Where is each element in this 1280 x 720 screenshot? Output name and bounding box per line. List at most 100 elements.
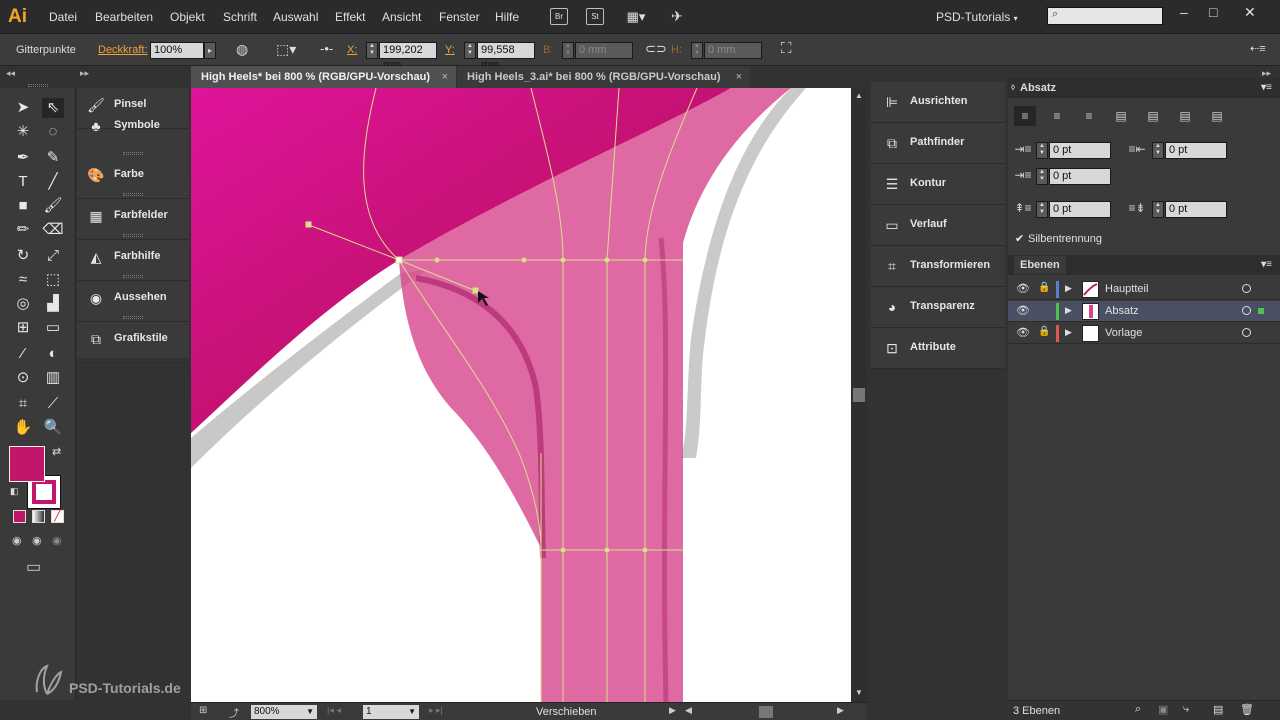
slice-tool-icon[interactable]: ⟋ (42, 394, 64, 414)
align-left-icon[interactable]: ≡ (1014, 106, 1036, 126)
gradient-mode-icon[interactable] (32, 510, 45, 523)
layer-target-icon[interactable] (1242, 284, 1251, 293)
free-transform-icon[interactable]: ⬚ (42, 270, 64, 290)
menu-schrift[interactable]: Schrift (223, 10, 257, 24)
transform-grid-icon[interactable]: ⬚▾ (276, 41, 296, 58)
rectangle-tool-icon[interactable]: ■ (12, 196, 34, 216)
layer-row-selected[interactable]: 👁 ▶ Absatz (1008, 301, 1280, 322)
mesh-tool-icon[interactable]: ⊞ (12, 318, 34, 338)
vertical-scrollbar[interactable]: ▲ ▼ (851, 88, 867, 702)
first-line-indent-stepper[interactable]: ▲ ▼ (1036, 168, 1048, 185)
expand-panels-icon[interactable]: ▸▸ (80, 68, 89, 79)
layer-row[interactable]: 👁 🔒 ▶ Vorlage (1008, 323, 1280, 344)
y-stepper[interactable]: ▲ ▼ (464, 42, 476, 59)
help-search-input[interactable]: ⌕ (1047, 7, 1163, 25)
export-icon[interactable]: ⤴ (229, 705, 239, 720)
eyedropper-icon[interactable]: ⁄ (12, 344, 34, 364)
visibility-eye-icon[interactable]: 👁 (1016, 282, 1030, 295)
menu-datei[interactable]: Datei (49, 10, 77, 24)
visibility-eye-icon[interactable]: 👁 (1016, 304, 1030, 317)
draw-normal-icon[interactable]: ◉ (12, 534, 22, 547)
panel-kontur[interactable]: ☰ Kontur (871, 164, 1005, 205)
right-indent-field[interactable]: 0 pt (1165, 142, 1227, 159)
panel-symbole[interactable]: ♣ Symbole (77, 109, 189, 150)
space-before-field[interactable]: 0 pt (1049, 201, 1111, 218)
minimize-icon[interactable]: – (1180, 4, 1188, 20)
space-after-field[interactable]: 0 pt (1165, 201, 1227, 218)
scroll-up-icon[interactable]: ▲ (855, 91, 863, 100)
y-label[interactable]: Y: (445, 44, 455, 56)
make-clipping-mask-icon[interactable]: ▣ (1158, 703, 1168, 716)
draw-behind-icon[interactable]: ◉ (32, 534, 42, 547)
artboard-tool-icon[interactable]: ⌗ (12, 394, 34, 414)
menu-bearbeiten[interactable]: Bearbeiten (95, 10, 153, 24)
justify-right-icon[interactable]: ▤ (1174, 106, 1196, 126)
draw-inside-icon[interactable]: ◉ (52, 534, 62, 547)
close-tab-icon[interactable]: × (736, 66, 742, 88)
panel-pathfinder[interactable]: ⧉ Pathfinder (871, 123, 1005, 164)
type-tool-icon[interactable]: T (12, 172, 34, 192)
lock-icon[interactable]: 🔒 (1038, 282, 1050, 293)
hyphenation-checkbox[interactable]: ✔ (1015, 232, 1024, 245)
scroll-right-icon[interactable]: ▶ (837, 705, 844, 716)
pen-tool-icon[interactable]: ✒ (12, 148, 34, 168)
zoom-tool-icon[interactable]: 🔍 (42, 418, 64, 438)
x-stepper[interactable]: ▲ ▼ (366, 42, 378, 59)
layer-row[interactable]: 👁 🔒 ▶ Hauptteil (1008, 279, 1280, 300)
swap-colors-icon[interactable]: ⇄ (52, 445, 61, 458)
menu-auswahl[interactable]: Auswahl (273, 10, 318, 24)
warp-tool-icon[interactable]: ≈ (12, 270, 34, 290)
menu-objekt[interactable]: Objekt (170, 10, 205, 24)
artboard-field[interactable]: 1 ▼ (363, 705, 419, 719)
layer-target-icon[interactable] (1242, 328, 1251, 337)
menu-hilfe[interactable]: Hilfe (495, 10, 519, 24)
gpu-performance-icon[interactable]: ✈ (668, 8, 686, 25)
none-mode-icon[interactable]: ╱ (51, 510, 64, 523)
scale-tool-icon[interactable]: ⤢ (42, 246, 64, 266)
layer-name[interactable]: Absatz (1105, 305, 1139, 317)
status-menu-icon[interactable]: ▶ (669, 705, 676, 716)
first-line-indent-field[interactable]: 0 pt (1049, 168, 1111, 185)
recolor-icon[interactable]: ◍ (236, 41, 248, 58)
align-right-icon[interactable]: ≡ (1078, 106, 1100, 126)
paintbrush-icon[interactable]: 🖌 (42, 196, 64, 216)
justify-left-icon[interactable]: ▤ (1110, 106, 1132, 126)
shape-builder-icon[interactable]: ◎ (12, 294, 34, 314)
panel-ausrichten[interactable]: ⊫ Ausrichten (871, 82, 1005, 123)
symbol-sprayer-icon[interactable]: ⊙ (12, 368, 34, 388)
selection-indicator[interactable] (1258, 308, 1264, 314)
lock-icon[interactable]: 🔒 (1038, 326, 1050, 337)
right-indent-stepper[interactable]: ▲ ▼ (1152, 142, 1164, 159)
rotate-tool-icon[interactable]: ↻ (12, 246, 34, 266)
pencil-icon[interactable]: ✏ (12, 220, 34, 240)
direct-selection-tool-icon[interactable]: ⇖ (42, 98, 64, 118)
panel-verlauf[interactable]: ▭ Verlauf (871, 205, 1005, 246)
expand-triangle-icon[interactable]: ▶ (1065, 327, 1072, 338)
expand-triangle-icon[interactable]: ▶ (1065, 305, 1072, 316)
panel-menu-icon[interactable]: ⇠≡ (1250, 42, 1266, 55)
expand-triangle-icon[interactable]: ▶ (1065, 283, 1072, 294)
opacity-dropdown-icon[interactable]: ▸ (204, 42, 216, 59)
panel-grip[interactable] (123, 275, 143, 278)
lasso-icon[interactable]: ◌ (42, 122, 64, 142)
panel-grip[interactable] (123, 152, 143, 155)
panel-grip[interactable] (123, 234, 143, 237)
opacity-label[interactable]: Deckkraft: (98, 44, 148, 56)
x-field[interactable]: 199,202 mm (379, 42, 437, 71)
new-sublayer-icon[interactable]: ⤷ (1183, 703, 1189, 716)
space-after-stepper[interactable]: ▲ ▼ (1152, 201, 1164, 218)
panel-grip[interactable] (123, 316, 143, 319)
new-layer-icon[interactable]: ▤ (1213, 703, 1223, 716)
layer-target-icon[interactable] (1242, 306, 1251, 315)
zoom-field[interactable]: 800% ▼ (251, 705, 317, 719)
link-icon[interactable]: ⊂⊃ (645, 41, 667, 57)
close-tab-icon[interactable]: × (442, 66, 448, 88)
justify-all-icon[interactable]: ▤ (1206, 106, 1228, 126)
panel-grafikstile[interactable]: ⧉ Grafikstile (77, 322, 189, 363)
scroll-thumb[interactable] (853, 388, 865, 402)
paragraph-panel-title[interactable]: ◊ Absatz ▾≡ (1008, 78, 1280, 98)
artboard-canvas[interactable] (191, 88, 851, 702)
selection-tool-icon[interactable]: ➤ (12, 98, 34, 118)
scroll-left-icon[interactable]: ◀ (685, 705, 692, 716)
align-center-icon[interactable]: ≡ (1046, 106, 1068, 126)
